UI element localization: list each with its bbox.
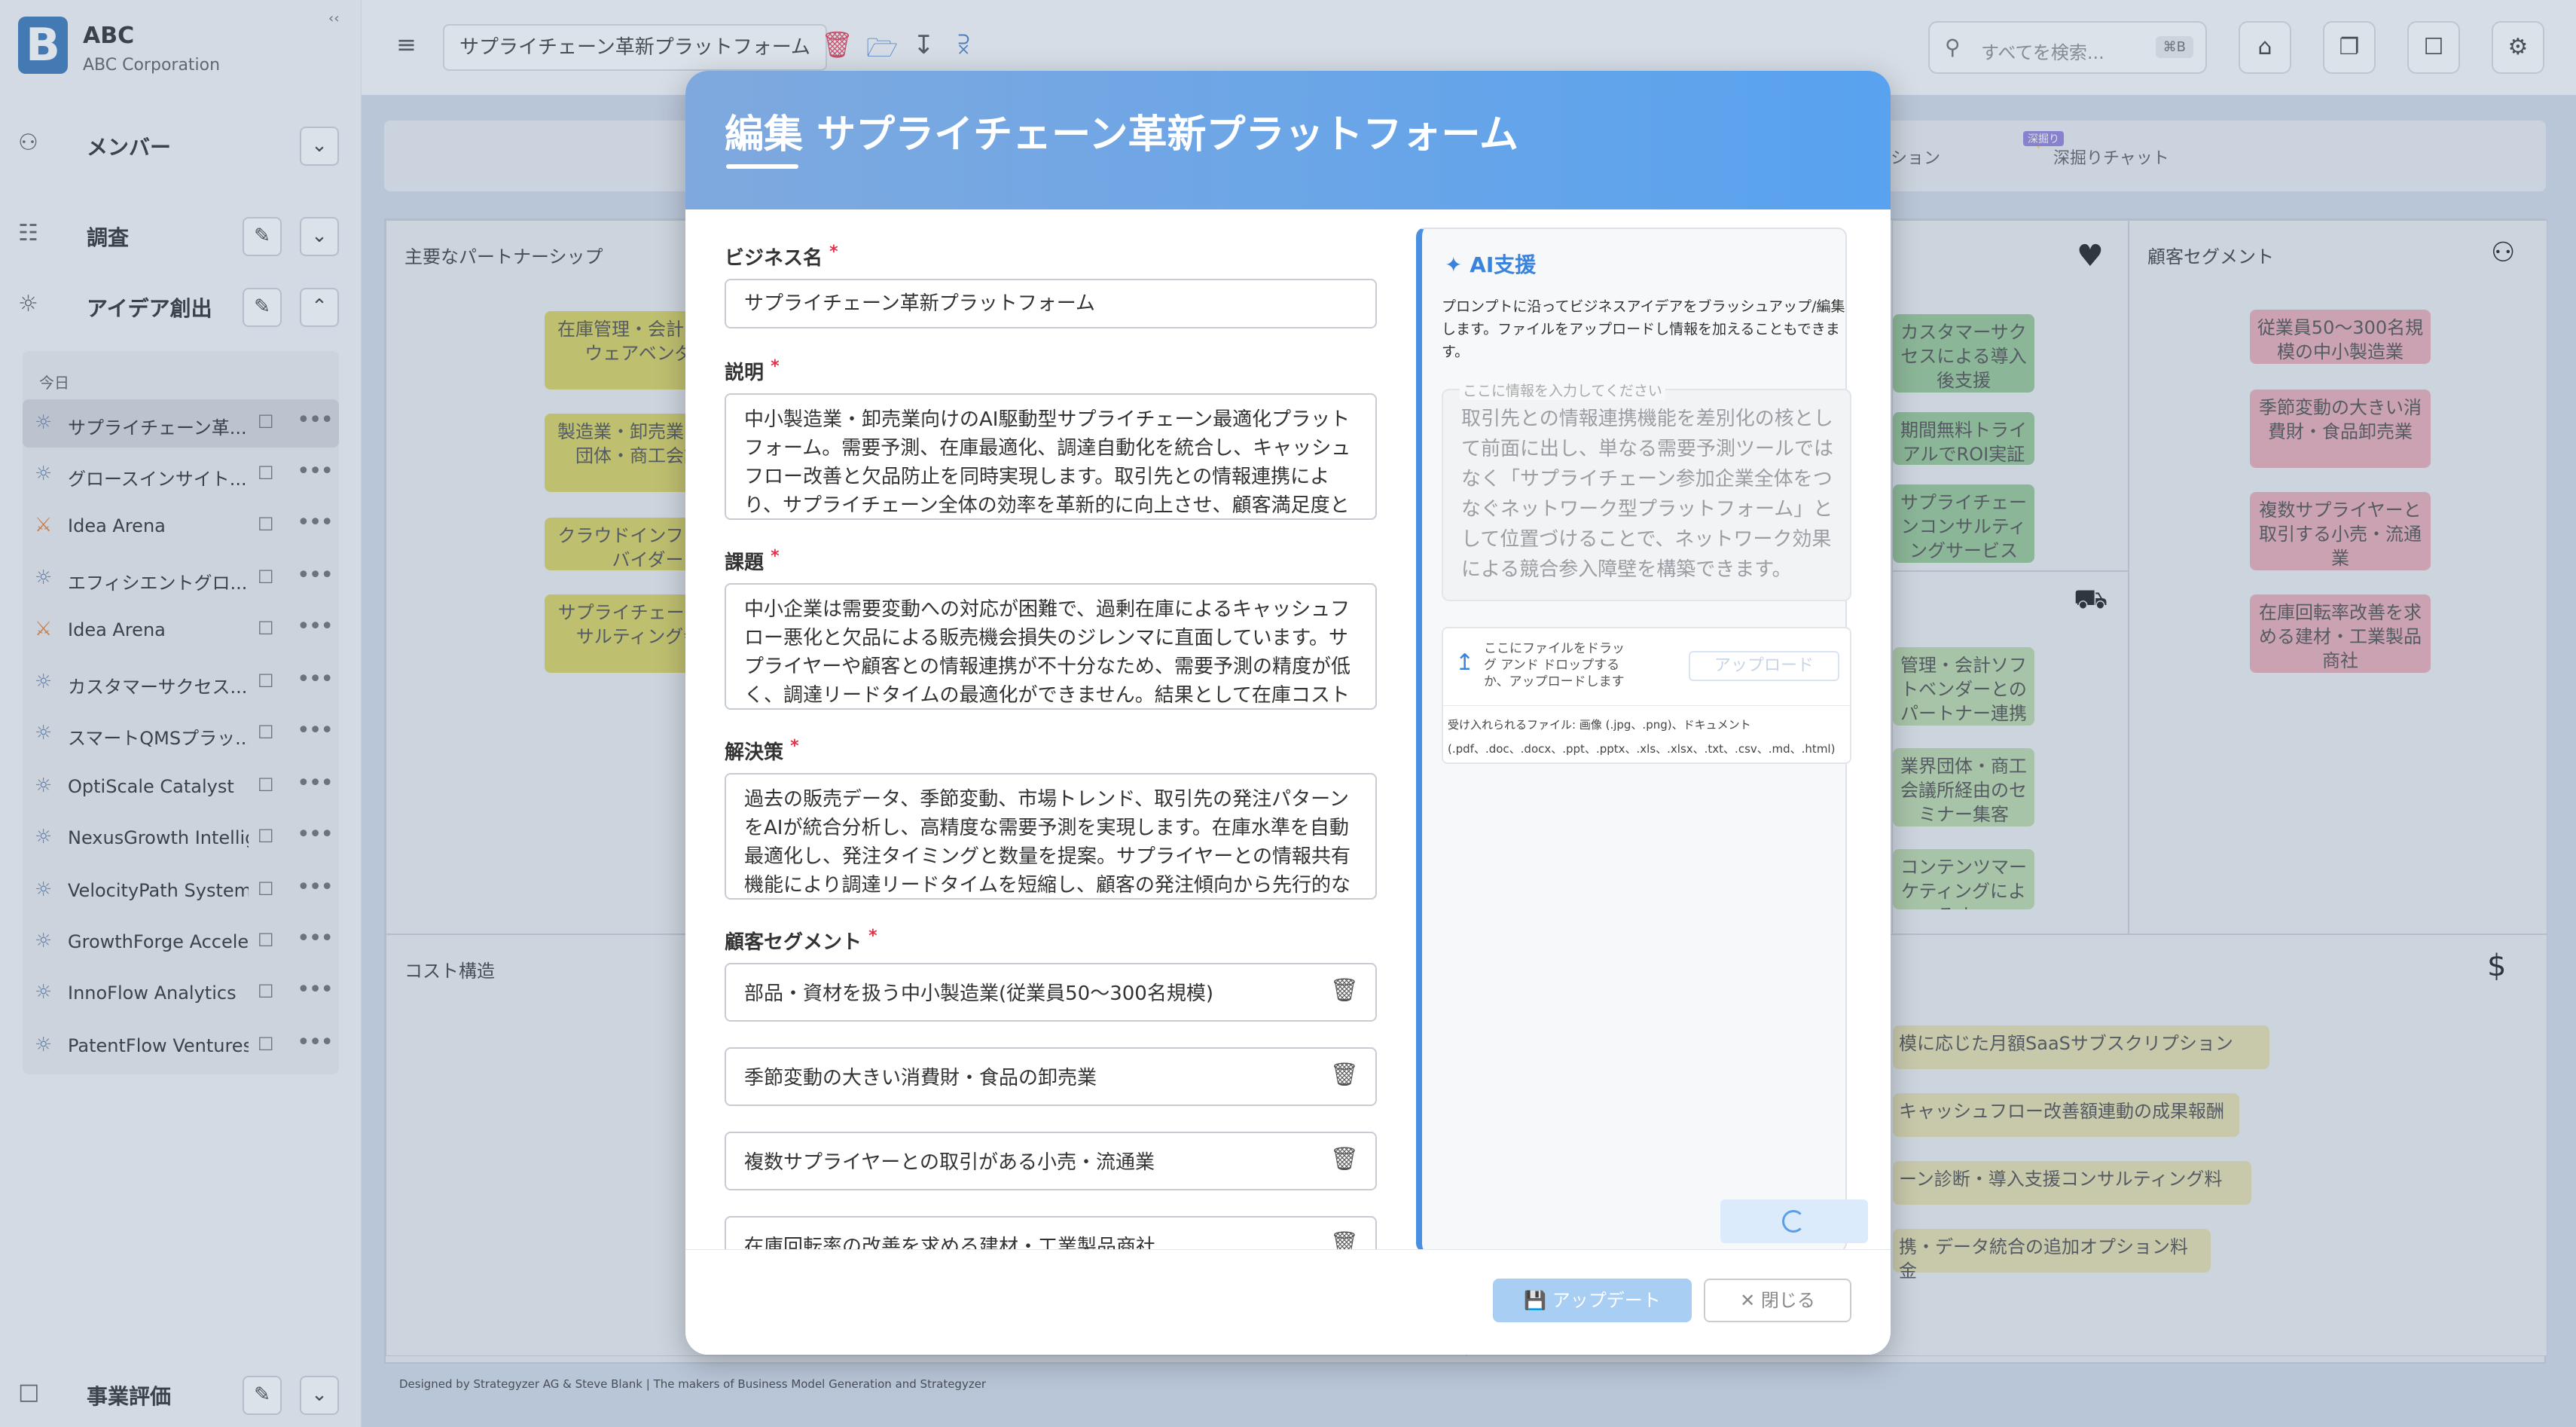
title-underline — [726, 164, 798, 169]
modal-header: 編集 サプライチェーン革新プラットフォーム — [685, 71, 1891, 209]
ai-submit-button[interactable] — [1720, 1199, 1868, 1243]
upload-button[interactable]: アップロード — [1689, 651, 1839, 681]
field-label: 顧客セグメント * — [725, 927, 877, 954]
divider — [1443, 705, 1850, 706]
update-button[interactable]: 💾 アップデート — [1493, 1279, 1692, 1322]
segment-value: 複数サプライヤーとの取引がある小売・流通業 — [744, 1151, 1155, 1174]
edit-modal: 編集 サプライチェーン革新プラットフォーム ビジネス名 * サプライチェーン革新… — [685, 71, 1891, 1355]
upload-icon: ↥ — [1455, 649, 1475, 676]
ai-description: プロンプトに沿ってビジネスアイデアをブラッシュアップ/編集します。ファイルをアッ… — [1442, 298, 1845, 360]
ai-panel-title: ✦ AI支援 — [1445, 252, 1537, 277]
solution-textarea[interactable]: 過去の販売データ、季節変動、市場トレンド、取引先の発注パターンをAIが統合分析し… — [725, 773, 1377, 900]
save-icon: 💾 — [1524, 1290, 1547, 1311]
trash-icon[interactable]: 🗑 — [1330, 1230, 1359, 1249]
trash-icon[interactable]: 🗑 — [1330, 1061, 1359, 1089]
ai-prompt-input[interactable]: ここに情報を入力してください 取引先との情報連携機能を差別化の核として前面に出し… — [1442, 380, 1851, 601]
edit-form: ビジネス名 * サプライチェーン革新プラットフォーム 説明 * 中小製造業・卸売… — [685, 209, 1378, 1249]
field-label: 説明 * — [725, 357, 780, 384]
accepted-files: 受け入れられるファイル: 画像 (.jpg、.png)、ドキュメント (.pdf… — [1448, 718, 1836, 756]
close-icon: ✕ — [1740, 1290, 1756, 1311]
trash-icon[interactable]: 🗑 — [1330, 976, 1359, 1005]
modal-footer: 💾 アップデート ✕ 閉じる — [685, 1249, 1891, 1355]
segment-input[interactable]: 複数サプライヤーとの取引がある小売・流通業 🗑 — [725, 1132, 1377, 1190]
trash-icon[interactable]: 🗑 — [1330, 1145, 1359, 1174]
field-label: ビジネス名 * — [725, 243, 838, 270]
business-name-input[interactable]: サプライチェーン革新プラットフォーム — [725, 279, 1377, 328]
sparkle-icon: ✦ — [1445, 252, 1463, 277]
segment-value: 在庫回転率の改善を求める建材・工業製品商社 — [744, 1236, 1156, 1249]
loading-spinner-icon — [1782, 1210, 1805, 1233]
segment-input[interactable]: 在庫回転率の改善を求める建材・工業製品商社 🗑 — [725, 1216, 1377, 1249]
close-button[interactable]: ✕ 閉じる — [1704, 1279, 1851, 1322]
description-textarea[interactable]: 中小製造業・卸売業向けのAI駆動型サプライチェーン最適化プラットフォーム。需要予… — [725, 393, 1377, 520]
field-label: 解決策 * — [725, 737, 799, 764]
field-label: 課題 * — [725, 547, 780, 574]
segment-value: 部品・資材を扱う中小製造業(従業員50〜300名規模) — [744, 982, 1213, 1005]
segment-input[interactable]: 部品・資材を扱う中小製造業(従業員50〜300名規模) 🗑 — [725, 963, 1377, 1022]
file-dropzone[interactable]: ↥ ここにファイルをドラッグ アンド ドロップするか、アップロードします アップ… — [1442, 627, 1851, 764]
ai-input-label: ここに情報を入力してください — [1460, 380, 1665, 400]
drop-text: ここにファイルをドラッグ アンド ドロップするか、アップロードします — [1484, 641, 1625, 689]
ai-assist-panel: ✦ AI支援 プロンプトに沿ってビジネスアイデアをブラッシュアップ/編集します。… — [1416, 228, 1868, 1252]
modal-title: 編集 サプライチェーン革新プラットフォーム — [725, 112, 1518, 157]
segment-input[interactable]: 季節変動の大きい消費財・食品の卸売業 🗑 — [725, 1047, 1377, 1106]
segment-value: 季節変動の大きい消費財・食品の卸売業 — [744, 1067, 1097, 1089]
ai-input-placeholder: 取引先との情報連携機能を差別化の核として前面に出し、単なる需要予測ツールではなく… — [1461, 408, 1834, 581]
issue-textarea[interactable]: 中小企業は需要変動への対応が困難で、過剰在庫によるキャッシュフロー悪化と欠品によ… — [725, 583, 1377, 710]
